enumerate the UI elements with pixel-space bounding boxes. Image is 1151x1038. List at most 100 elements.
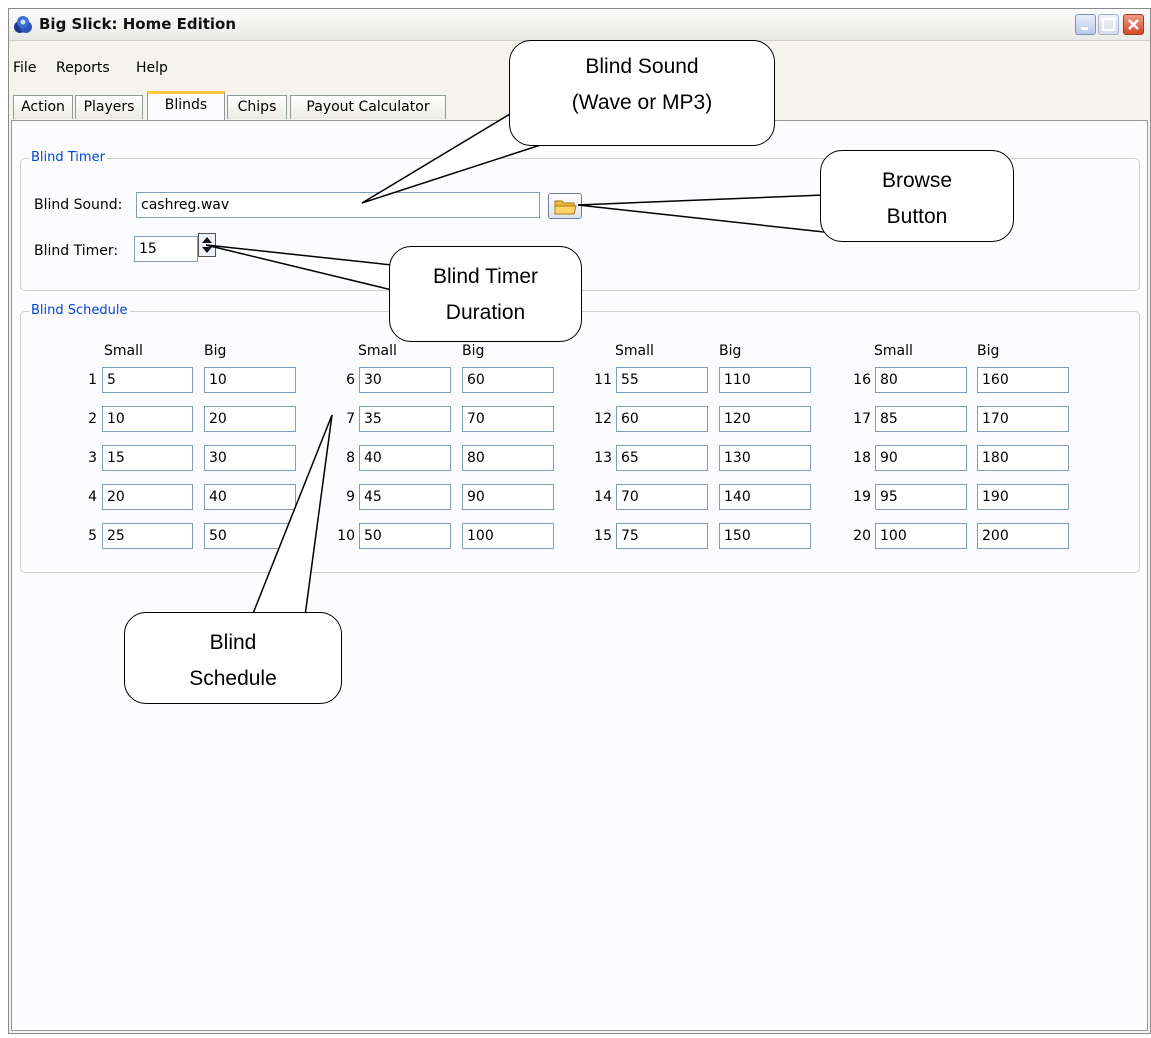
small-blind-input[interactable]: 35 [359, 406, 451, 432]
col-header-small-1: Small [104, 343, 143, 359]
small-blind-input[interactable]: 60 [616, 406, 708, 432]
level-number: 1 [88, 372, 97, 388]
level-number: 10 [337, 528, 355, 544]
big-blind-input[interactable]: 170 [977, 406, 1069, 432]
big-blind-input[interactable]: 50 [204, 523, 296, 549]
spinner-up-icon [202, 237, 212, 243]
menu-reports[interactable]: Reports [56, 60, 110, 76]
small-blind-input[interactable]: 10 [102, 406, 193, 432]
level-number: 20 [853, 528, 871, 544]
title-bar[interactable]: Big Slick: Home Edition [9, 9, 1150, 41]
big-blind-input[interactable]: 200 [977, 523, 1069, 549]
level-number: 6 [346, 372, 355, 388]
big-blind-input[interactable]: 10 [204, 367, 296, 393]
col-header-big-1: Big [204, 343, 227, 359]
window-title: Big Slick: Home Edition [39, 15, 237, 33]
big-blind-input[interactable]: 60 [462, 367, 554, 393]
small-blind-input[interactable]: 95 [875, 484, 967, 510]
big-blind-input[interactable]: 180 [977, 445, 1069, 471]
big-blind-input[interactable]: 30 [204, 445, 296, 471]
big-blind-input[interactable]: 20 [204, 406, 296, 432]
level-number: 4 [88, 489, 97, 505]
tab-chips[interactable]: Chips [227, 95, 287, 119]
big-blind-input[interactable]: 140 [719, 484, 811, 510]
small-blind-input[interactable]: 70 [616, 484, 708, 510]
browse-button[interactable] [548, 193, 582, 219]
small-blind-input[interactable]: 100 [875, 523, 967, 549]
small-blind-input[interactable]: 15 [102, 445, 193, 471]
tab-action[interactable]: Action [13, 95, 73, 119]
col-header-big-4: Big [977, 343, 1000, 359]
col-header-small-4: Small [874, 343, 913, 359]
callout-blind-schedule: Blind Schedule [124, 612, 342, 704]
col-header-small-3: Small [615, 343, 654, 359]
blind-timer-legend: Blind Timer [29, 150, 107, 165]
callout-line: Blind Sound [585, 55, 699, 78]
poker-chips-icon [14, 16, 32, 33]
folder-icon [554, 200, 577, 215]
level-number: 2 [88, 411, 97, 427]
small-blind-input[interactable]: 30 [359, 367, 451, 393]
callout-blind-sound: Blind Sound (Wave or MP3) [509, 40, 775, 146]
big-blind-input[interactable]: 150 [719, 523, 811, 549]
small-blind-input[interactable]: 40 [359, 445, 451, 471]
big-blind-input[interactable]: 110 [719, 367, 811, 393]
level-number: 11 [594, 372, 612, 388]
big-blind-input[interactable]: 90 [462, 484, 554, 510]
callout-line: Blind [209, 631, 257, 654]
big-blind-input[interactable]: 80 [462, 445, 554, 471]
small-blind-input[interactable]: 85 [875, 406, 967, 432]
minimize-button[interactable] [1075, 14, 1096, 35]
blind-sound-label: Blind Sound: [34, 197, 123, 213]
small-blind-input[interactable]: 20 [102, 484, 193, 510]
small-blind-input[interactable]: 90 [875, 445, 967, 471]
big-blind-input[interactable]: 190 [977, 484, 1069, 510]
menu-help[interactable]: Help [136, 60, 168, 76]
small-blind-input[interactable]: 55 [616, 367, 708, 393]
blind-schedule-legend: Blind Schedule [29, 303, 130, 318]
maximize-button[interactable] [1098, 14, 1119, 35]
spinner-down-icon [202, 247, 212, 253]
big-blind-input[interactable]: 160 [977, 367, 1069, 393]
col-header-big-2: Big [462, 343, 485, 359]
level-number: 5 [88, 528, 97, 544]
level-number: 15 [594, 528, 612, 544]
small-blind-input[interactable]: 75 [616, 523, 708, 549]
level-number: 13 [594, 450, 612, 466]
callout-line: Duration [445, 301, 526, 324]
big-blind-input[interactable]: 130 [719, 445, 811, 471]
callout-line: (Wave or MP3) [571, 91, 713, 114]
tab-payout-calculator[interactable]: Payout Calculator [290, 95, 446, 119]
col-header-big-3: Big [719, 343, 742, 359]
blind-timer-label: Blind Timer: [34, 243, 119, 259]
small-blind-input[interactable]: 25 [102, 523, 193, 549]
big-blind-input[interactable]: 70 [462, 406, 554, 432]
tab-blinds[interactable]: Blinds [147, 91, 225, 120]
callout-line: Blind Timer [432, 265, 539, 288]
small-blind-input[interactable]: 80 [875, 367, 967, 393]
close-icon [1128, 19, 1139, 30]
col-header-small-2: Small [358, 343, 397, 359]
level-number: 18 [853, 450, 871, 466]
level-number: 7 [346, 411, 355, 427]
small-blind-input[interactable]: 45 [359, 484, 451, 510]
callout-browse-button: Browse Button [820, 150, 1014, 242]
level-number: 8 [346, 450, 355, 466]
big-blind-input[interactable]: 40 [204, 484, 296, 510]
level-number: 19 [853, 489, 871, 505]
level-number: 17 [853, 411, 871, 427]
big-blind-input[interactable]: 120 [719, 406, 811, 432]
tab-players[interactable]: Players [75, 95, 143, 119]
callout-blind-timer-duration: Blind Timer Duration [389, 246, 582, 342]
big-blind-input[interactable]: 100 [462, 523, 554, 549]
close-button[interactable] [1123, 14, 1144, 35]
menu-file[interactable]: File [13, 60, 36, 76]
small-blind-input[interactable]: 65 [616, 445, 708, 471]
small-blind-input[interactable]: 50 [359, 523, 451, 549]
blind-timer-spinner[interactable] [198, 233, 216, 257]
blind-sound-input[interactable]: cashreg.wav [136, 192, 540, 218]
blind-timer-input[interactable]: 15 [134, 236, 198, 262]
callout-line: Browse [881, 169, 953, 192]
small-blind-input[interactable]: 5 [102, 367, 193, 393]
callout-line: Button [886, 205, 948, 228]
